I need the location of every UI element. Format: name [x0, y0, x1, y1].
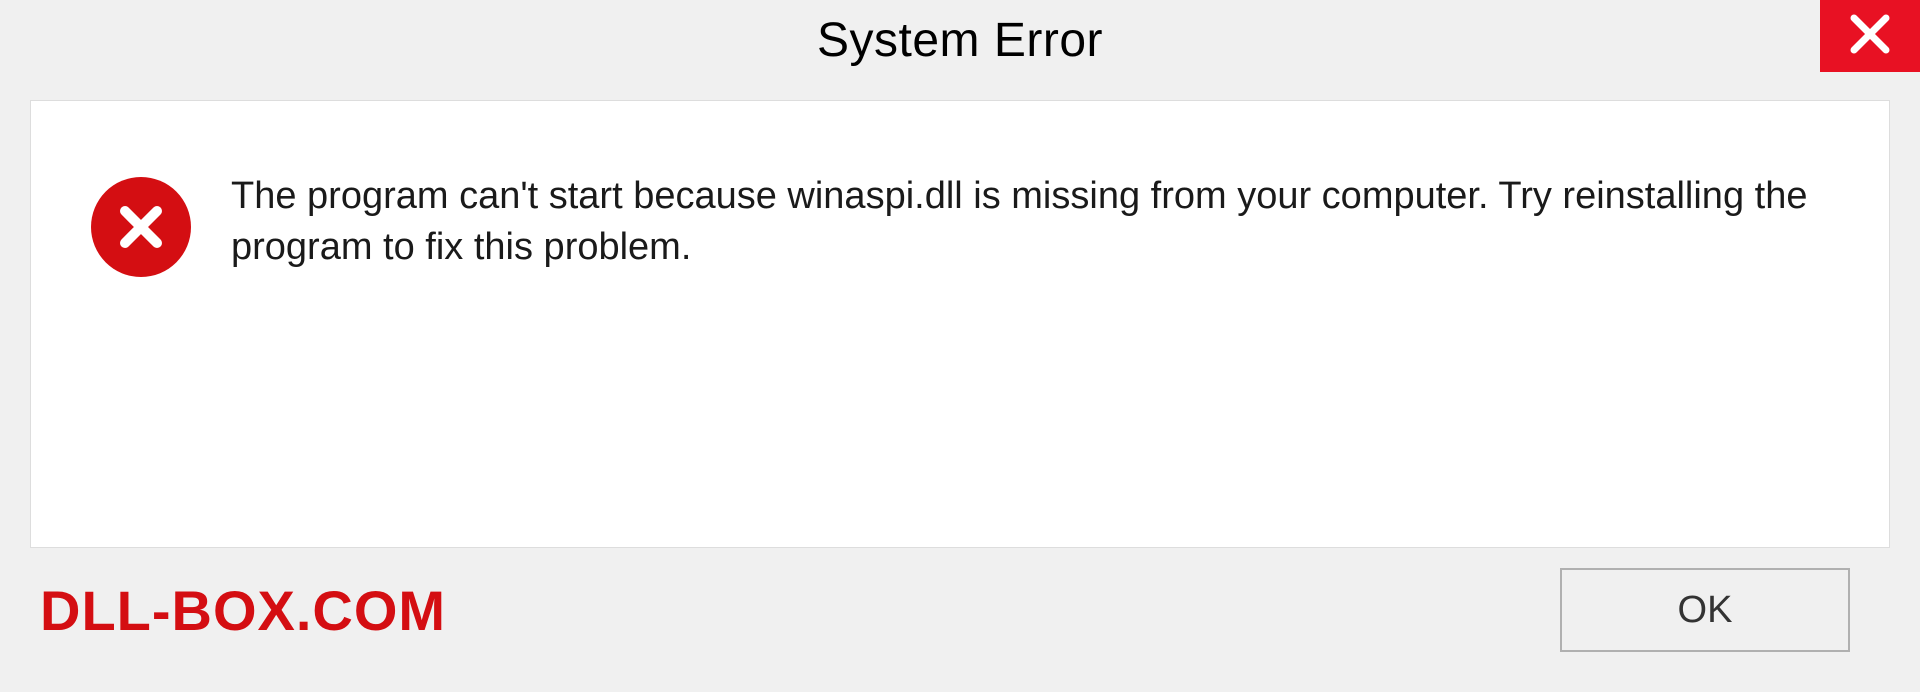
- dialog-content: The program can't start because winaspi.…: [30, 100, 1890, 548]
- close-icon: [1848, 12, 1892, 61]
- error-dialog-window: System Error The program can't start bec…: [0, 0, 1920, 692]
- ok-button[interactable]: OK: [1560, 568, 1850, 652]
- watermark-text: DLL-BOX.COM: [40, 578, 446, 643]
- dialog-footer: DLL-BOX.COM OK: [30, 548, 1890, 672]
- message-row: The program can't start because winaspi.…: [91, 171, 1829, 277]
- error-icon: [91, 177, 191, 277]
- dialog-title: System Error: [817, 13, 1103, 68]
- error-message: The program can't start because winaspi.…: [231, 171, 1829, 274]
- close-button[interactable]: [1820, 0, 1920, 72]
- titlebar: System Error: [0, 0, 1920, 80]
